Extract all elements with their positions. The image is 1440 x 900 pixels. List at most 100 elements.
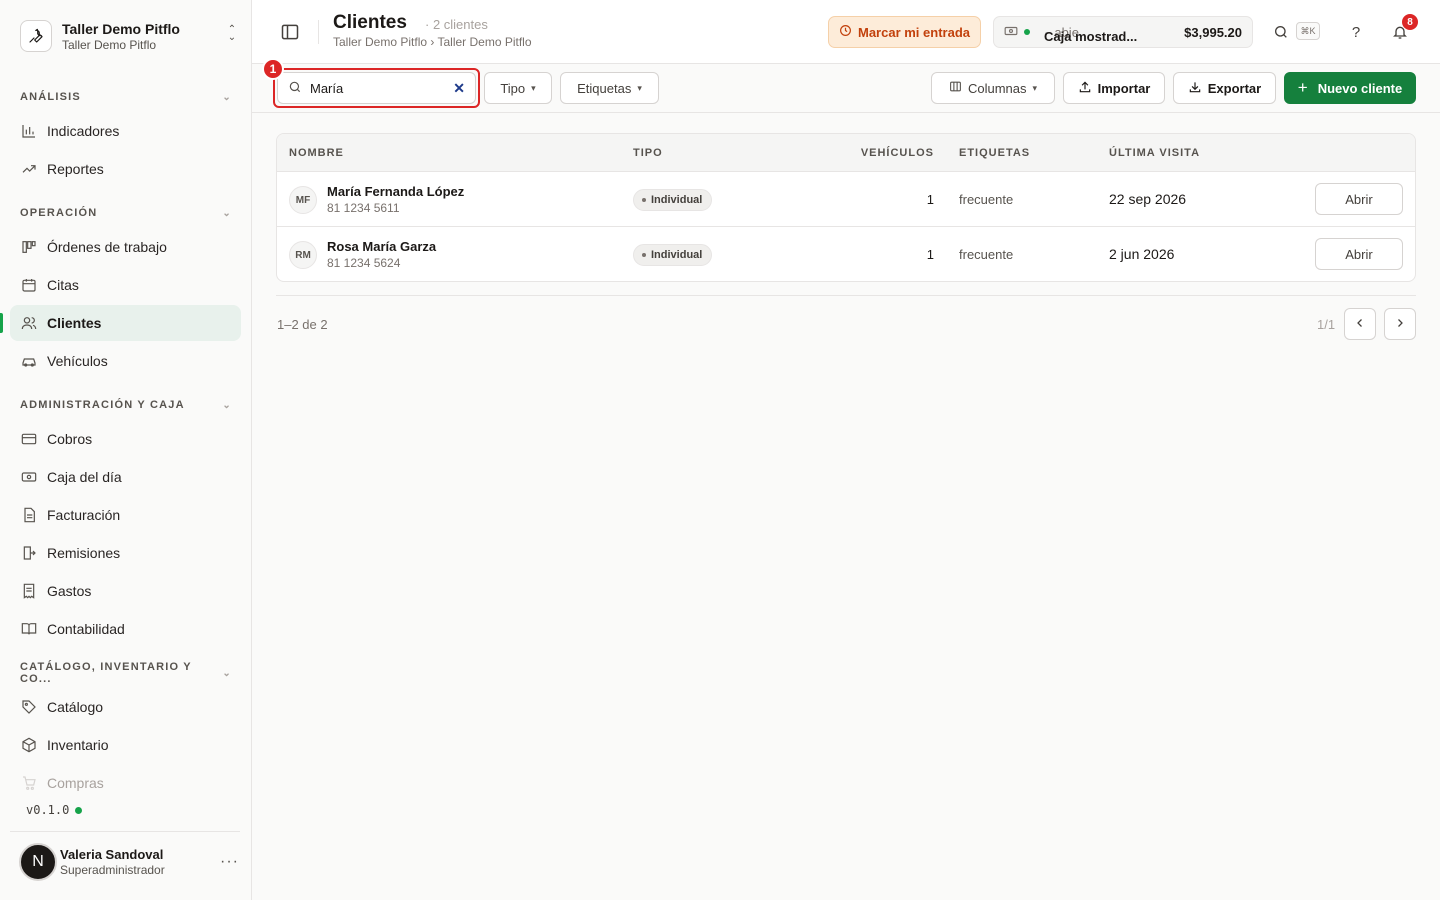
divider: [276, 295, 1416, 296]
sidebar-item-remisiones[interactable]: Remisiones: [10, 535, 241, 571]
table-row[interactable]: MF María Fernanda López 81 1234 5611 Ind…: [277, 172, 1415, 227]
help-icon[interactable]: ?: [1346, 22, 1366, 42]
sidebar-item-cobros[interactable]: Cobros: [10, 421, 241, 457]
filter-tipo-label: Tipo: [500, 80, 526, 96]
sidebar-toggle-icon[interactable]: [280, 22, 300, 42]
chevron-down-icon: ▾: [1032, 82, 1038, 93]
breadcrumb[interactable]: Taller Demo Pitflo › Taller Demo Pitflo: [333, 35, 532, 49]
kanban-icon: [20, 239, 37, 256]
tag-icon: [20, 699, 37, 716]
open-button[interactable]: Abrir: [1315, 183, 1403, 215]
vehicle-count: 1: [926, 247, 934, 262]
client-count: · 2 clientes: [425, 17, 488, 32]
user-menu[interactable]: N Valeria Sandoval Superadministrador ··…: [19, 843, 239, 881]
chevron-down-icon: ▾: [531, 82, 536, 93]
sidebar-item-gastos[interactable]: Gastos: [10, 573, 241, 609]
client-name[interactable]: María Fernanda López: [327, 184, 464, 199]
table-row[interactable]: RM Rosa María Garza 81 1234 5624 Individ…: [277, 227, 1415, 281]
last-visit: 2 jun 2026: [1109, 246, 1175, 262]
mark-entry-button[interactable]: Marcar mi entrada: [828, 16, 981, 48]
client-avatar: MF: [289, 186, 317, 214]
card-icon: [20, 431, 37, 448]
nav-group-administracion[interactable]: ADMINISTRACIÓN Y CAJA ⌄: [20, 395, 232, 415]
filter-etiquetas-button[interactable]: Etiquetas ▾: [560, 72, 659, 104]
search-input[interactable]: [310, 80, 440, 96]
sidebar-item-vehiculos[interactable]: Vehículos: [10, 343, 241, 379]
sidebar-item-caja[interactable]: Caja del día: [10, 459, 241, 495]
search-icon[interactable]: [1271, 22, 1291, 42]
sidebar-item-compras[interactable]: Compras: [10, 765, 241, 801]
nav-group-catalogo[interactable]: CATÁLOGO, INVENTARIO Y CO... ⌄: [20, 661, 232, 685]
search-field[interactable]: ✕: [277, 72, 476, 104]
sidebar-item-label: Citas: [47, 277, 79, 293]
more-icon[interactable]: ···: [220, 853, 239, 871]
sidebar-item-citas[interactable]: Citas: [10, 267, 241, 303]
clear-icon[interactable]: ✕: [453, 80, 465, 97]
table-header: NOMBRE TIPO VEHÍCULOS ETIQUETAS ÚLTIMA V…: [277, 134, 1415, 172]
column-header-vehiculos[interactable]: VEHÍCULOS: [861, 147, 934, 159]
import-label: Importar: [1097, 80, 1151, 96]
client-avatar: RM: [289, 241, 317, 269]
export-button[interactable]: Exportar: [1173, 72, 1276, 104]
chevron-down-icon: ⌄: [222, 207, 232, 219]
sidebar-item-reportes[interactable]: Reportes: [10, 151, 241, 187]
sidebar-item-catalogo[interactable]: Catálogo: [10, 689, 241, 725]
next-page-button[interactable]: [1384, 308, 1416, 340]
chevrons-updown-icon: ⌃ ⌄: [227, 24, 237, 43]
status-dot: [1024, 29, 1030, 35]
cash-register-selector[interactable]: Caja mostrad... · abie $3,995.20: [993, 16, 1253, 48]
status-dot: [75, 806, 83, 814]
prev-page-button[interactable]: [1344, 308, 1376, 340]
sidebar-item-ordenes[interactable]: Órdenes de trabajo: [10, 229, 241, 265]
columns-icon: [949, 80, 962, 96]
cash-register-name: Caja mostrad...: [1044, 29, 1138, 44]
page-title: Clientes: [333, 12, 407, 33]
sidebar-item-label: Caja del día: [47, 469, 122, 485]
sidebar-item-inventario[interactable]: Inventario: [10, 727, 241, 763]
new-client-button[interactable]: + Nuevo cliente: [1284, 72, 1416, 104]
import-button[interactable]: Importar: [1063, 72, 1165, 104]
column-header-ultima-visita[interactable]: ÚLTIMA VISITA: [1109, 147, 1200, 159]
nav-group-analisis[interactable]: ANÁLISIS ⌄: [20, 87, 232, 107]
nav-group-label: ANÁLISIS: [20, 91, 81, 103]
org-name: Taller Demo Pitflo: [62, 21, 180, 37]
columns-button[interactable]: Columnas ▾: [931, 72, 1055, 104]
filter-tipo-button[interactable]: Tipo ▾: [484, 72, 552, 104]
mark-entry-label: Marcar mi entrada: [858, 24, 970, 40]
chevron-down-icon: ⌄: [222, 399, 232, 411]
sidebar-item-label: Cobros: [47, 431, 93, 447]
bar-chart-icon: [20, 123, 37, 140]
avatar: N: [19, 843, 57, 881]
wrench-icon: [20, 20, 52, 52]
user-name: Valeria Sandoval: [60, 847, 164, 862]
sidebar-item-contabilidad[interactable]: Contabilidad: [10, 611, 241, 647]
client-phone: 81 1234 5624: [327, 256, 401, 270]
divider: [10, 831, 240, 832]
nav-group-label: ADMINISTRACIÓN Y CAJA: [20, 399, 185, 411]
org-switcher[interactable]: Taller Demo Pitflo Taller Demo Pitflo ⌃ ⌄: [20, 18, 240, 54]
column-header-etiquetas[interactable]: ETIQUETAS: [959, 147, 1030, 159]
clients-table: NOMBRE TIPO VEHÍCULOS ETIQUETAS ÚLTIMA V…: [276, 133, 1416, 282]
nav-group-operacion[interactable]: OPERACIÓN ⌄: [20, 203, 232, 223]
cash-register-amount: $3,995.20: [1184, 24, 1242, 40]
column-header-nombre[interactable]: NOMBRE: [289, 147, 344, 159]
user-role: Superadministrador: [60, 863, 165, 877]
plus-icon: +: [1297, 78, 1308, 97]
export-label: Exportar: [1207, 80, 1262, 96]
column-header-tipo[interactable]: TIPO: [633, 147, 663, 159]
calendar-icon: [20, 277, 37, 294]
notification-badge: 8: [1402, 14, 1418, 30]
sidebar-item-label: Reportes: [47, 161, 104, 177]
client-phone: 81 1234 5611: [327, 201, 400, 215]
open-button[interactable]: Abrir: [1315, 238, 1403, 270]
chevron-down-icon: ⌄: [222, 667, 232, 679]
org-sub: Taller Demo Pitflo: [62, 38, 157, 52]
filter-etiquetas-label: Etiquetas: [577, 80, 632, 96]
box-icon: [20, 737, 37, 754]
client-name[interactable]: Rosa María Garza: [327, 239, 436, 254]
sidebar-item-clientes[interactable]: Clientes: [10, 305, 241, 341]
sidebar-item-label: Remisiones: [47, 545, 121, 561]
sidebar-item-facturacion[interactable]: Facturación: [10, 497, 241, 533]
vehicle-count: 1: [926, 192, 934, 207]
sidebar-item-indicadores[interactable]: Indicadores: [10, 113, 241, 149]
